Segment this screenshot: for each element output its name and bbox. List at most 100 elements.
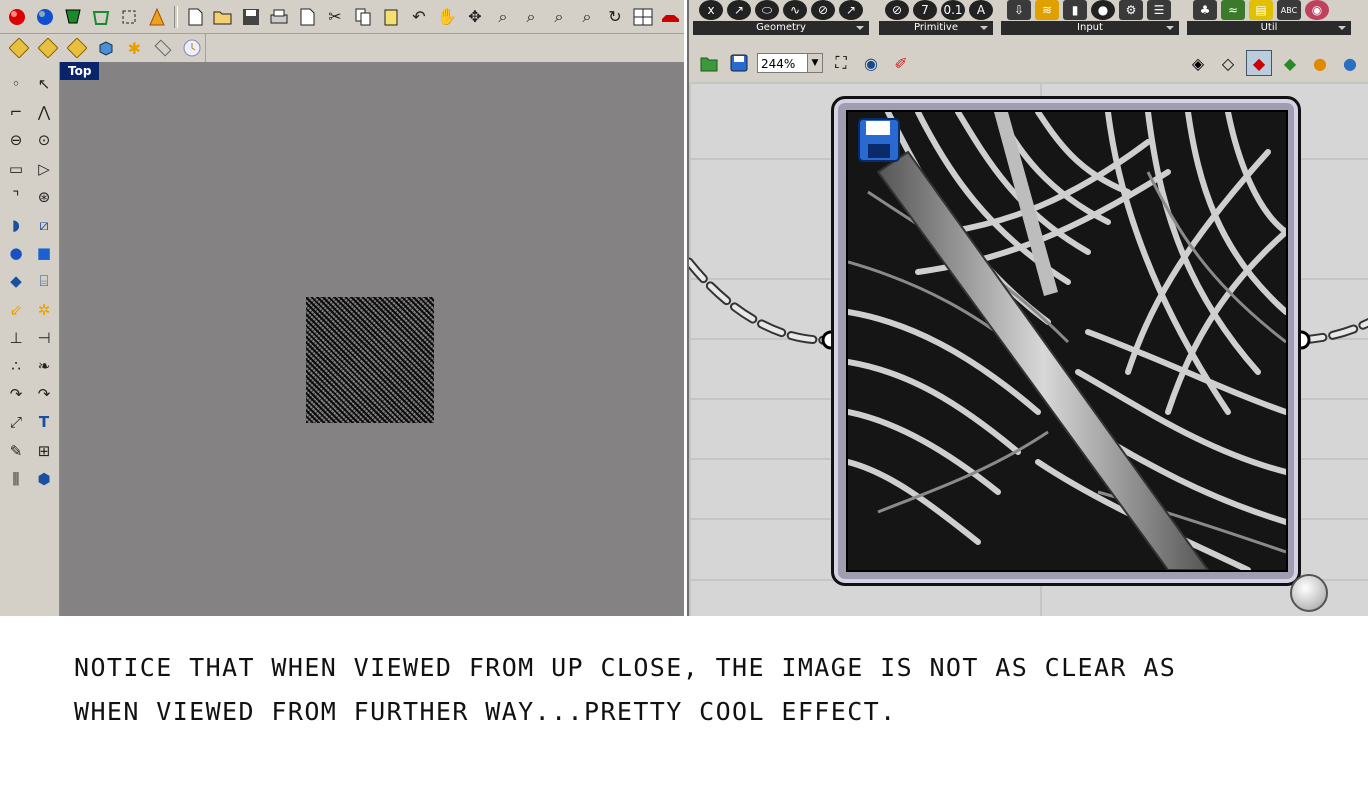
cut-icon[interactable]: ✂ [322, 4, 348, 30]
car-icon[interactable] [658, 4, 684, 30]
tab-label-geometry[interactable]: Geometry [693, 21, 869, 35]
zoom-extents-icon[interactable]: ⛶ [829, 51, 853, 75]
tag-icon[interactable] [35, 35, 61, 61]
surface-edit-icon[interactable]: ⧄ [30, 211, 58, 239]
layer-icon[interactable]: ◈ [1186, 51, 1210, 75]
zoom-level-dropdown[interactable]: 244% ▼ [757, 53, 823, 73]
zoom-selected-icon[interactable]: ⌕ [574, 4, 600, 30]
polygon-icon[interactable]: ▷ [30, 155, 58, 183]
shading-icon[interactable]: ● [1308, 51, 1332, 75]
shield-icon[interactable] [60, 4, 86, 30]
cube-icon[interactable]: ◇ [1216, 51, 1240, 75]
pan-hand-icon[interactable]: ✋ [434, 4, 460, 30]
grid-icon[interactable]: ⫼ [2, 465, 30, 493]
edit-icon[interactable]: ✎ [2, 436, 30, 464]
zoom-window-icon[interactable]: ⌕ [518, 4, 544, 30]
geometry-icon-6[interactable]: ↗ [839, 0, 863, 20]
save-icon[interactable] [858, 118, 900, 162]
primitive-icon-2[interactable]: 7 [913, 0, 937, 20]
tab-label-primitive[interactable]: Primitive [879, 21, 993, 35]
tab-label-input[interactable]: Input [1001, 21, 1179, 35]
gear-icon[interactable]: ✲ [30, 296, 58, 324]
box-solid-icon[interactable]: ■ [30, 239, 58, 267]
preview-red-icon[interactable]: ◆ [1246, 50, 1272, 76]
cube-icon[interactable] [88, 4, 114, 30]
viewport-label[interactable]: Top [60, 62, 100, 80]
import-icon[interactable] [294, 4, 320, 30]
undo-icon[interactable]: ↶ [406, 4, 432, 30]
input-icon-6[interactable]: ☰ [1147, 0, 1171, 20]
util-icon-1[interactable]: ♣ [1193, 0, 1217, 20]
input-icon-3[interactable]: ▮ [1063, 0, 1087, 20]
boolean-icon[interactable]: ❧ [30, 352, 58, 380]
grasshopper-canvas[interactable] [689, 82, 1368, 616]
paste-icon[interactable] [378, 4, 404, 30]
geometry-icon-3[interactable]: ⬭ [755, 0, 779, 20]
circle-icon[interactable]: ⊙ [30, 126, 58, 154]
brush-icon[interactable]: ✐ [889, 51, 913, 75]
open-folder-icon[interactable] [210, 4, 236, 30]
arc-icon[interactable]: ⊛ [30, 183, 58, 211]
geometry-icon-2[interactable]: ↗ [727, 0, 751, 20]
star-icon[interactable]: ✱ [121, 35, 147, 61]
vector-icon[interactable]: ⇙ [2, 296, 30, 324]
zoom-icon[interactable]: ⌕ [490, 4, 516, 30]
tab-label-util[interactable]: Util [1187, 21, 1351, 35]
sphere-blue-icon[interactable] [32, 4, 58, 30]
ellipse-icon[interactable]: ⊖ [2, 126, 30, 154]
eye-icon[interactable]: ◉ [859, 51, 883, 75]
new-file-icon[interactable] [182, 4, 208, 30]
select-arrow-icon[interactable]: ↖ [30, 70, 58, 98]
chevron-down-icon[interactable]: ▼ [807, 54, 822, 72]
surface-icon[interactable]: ◗ [2, 211, 30, 239]
curve-icon[interactable]: ⋀ [30, 98, 58, 126]
polyline-icon[interactable]: ⌐ [2, 98, 30, 126]
util-icon-5[interactable]: ◉ [1305, 0, 1329, 20]
util-icon-2[interactable]: ≈ [1221, 0, 1245, 20]
dimension-icon[interactable]: ⊥ [2, 324, 30, 352]
plane-icon[interactable]: ◆ [2, 267, 30, 295]
util-icon-3[interactable]: ▤ [1249, 0, 1273, 20]
block-icon[interactable]: ⬢ [30, 465, 58, 493]
tab-group-primitive[interactable]: ⊘ 7 0.1 A Primitive [879, 0, 993, 36]
image-sampler-component[interactable] [831, 96, 1301, 586]
array-icon[interactable]: ⊞ [30, 436, 58, 464]
copy-icon[interactable] [350, 4, 376, 30]
group-icon[interactable]: ∴ [2, 352, 30, 380]
preview-green-icon[interactable]: ◆ [1278, 51, 1302, 75]
rotate-view-icon[interactable]: ↻ [602, 4, 628, 30]
transform-icon[interactable]: ⤢ [2, 408, 30, 436]
curve-flow-icon[interactable]: ↷ [2, 380, 30, 408]
open-file-icon[interactable] [697, 51, 721, 75]
cone-icon[interactable] [144, 4, 170, 30]
component-resize-handle[interactable] [1290, 574, 1328, 612]
primitive-icon-3[interactable]: 0.1 [941, 0, 965, 20]
input-icon-4[interactable]: ● [1091, 0, 1115, 20]
util-icon-4[interactable]: ABC [1277, 0, 1301, 20]
tab-group-input[interactable]: ⇩ ≋ ▮ ● ⚙ ☰ Input [1001, 0, 1179, 36]
four-viewports-icon[interactable] [630, 4, 656, 30]
fillet-icon[interactable]: ⌝ [2, 183, 30, 211]
ruler-icon[interactable] [150, 35, 176, 61]
rotate-curve-icon[interactable]: ↷ [30, 380, 58, 408]
tab-group-util[interactable]: ♣ ≈ ▤ ABC ◉ Util [1187, 0, 1351, 36]
primitive-icon-1[interactable]: ⊘ [885, 0, 909, 20]
primitive-icon-4[interactable]: A [969, 0, 993, 20]
text-icon[interactable]: T [30, 408, 58, 436]
geometry-icon-5[interactable]: ⊘ [811, 0, 835, 20]
frame-icon[interactable] [116, 4, 142, 30]
sphere-red-icon[interactable] [4, 4, 30, 30]
osnap-icon[interactable] [6, 35, 32, 61]
box-icon[interactable] [93, 35, 119, 61]
clock-icon[interactable] [179, 35, 205, 61]
save-file-icon[interactable] [727, 51, 751, 75]
solid-union-icon[interactable]: ● [2, 239, 30, 267]
point-icon[interactable]: ◦ [2, 70, 30, 98]
print-icon[interactable] [266, 4, 292, 30]
sphere-icon[interactable]: ● [1338, 51, 1362, 75]
geometry-icon-4[interactable]: ∿ [783, 0, 807, 20]
input-icon-5[interactable]: ⚙ [1119, 0, 1143, 20]
save-icon[interactable] [238, 4, 264, 30]
zoom-extents-icon[interactable]: ⌕ [546, 4, 572, 30]
input-icon-2[interactable]: ≋ [1035, 0, 1059, 20]
